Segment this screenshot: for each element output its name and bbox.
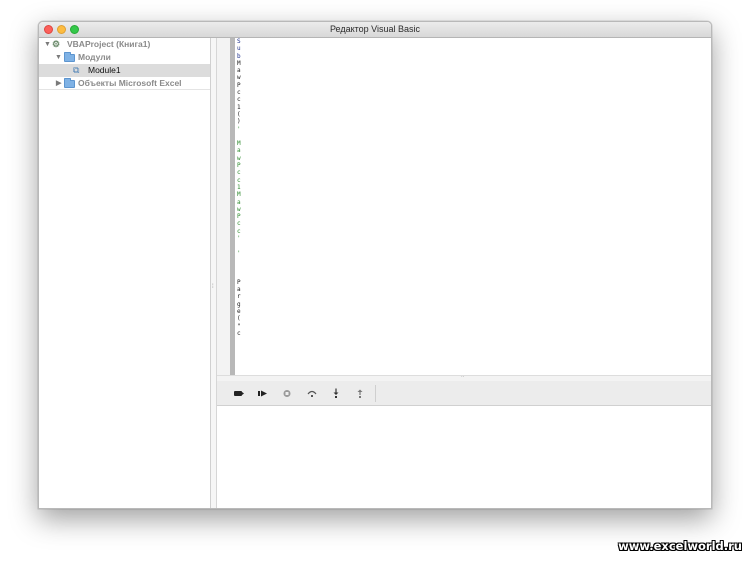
code-line[interactable]: 1: [237, 184, 245, 191]
code-line[interactable]: g: [237, 301, 245, 308]
code-line[interactable]: [237, 264, 245, 271]
code-line[interactable]: P: [237, 82, 245, 89]
tree-item-modules[interactable]: ▼ Модули: [39, 51, 210, 64]
code-line[interactable]: w: [237, 206, 245, 213]
record-icon[interactable]: [233, 388, 245, 399]
code-line[interactable]: w: [237, 155, 245, 162]
run-icon[interactable]: [257, 388, 269, 399]
tree-item-module1[interactable]: ⧉ Module1: [39, 64, 210, 77]
code-line[interactable]: [237, 272, 245, 279]
folder-icon: [64, 78, 75, 88]
tree-item-label: Module1: [88, 65, 121, 75]
project-icon: ⚙: [52, 39, 61, 49]
splitter-grip-icon[interactable]: ⁞: [212, 284, 214, 290]
code-line[interactable]: P: [237, 279, 245, 286]
step-into-icon[interactable]: [330, 388, 342, 399]
code-line[interactable]: P: [237, 162, 245, 169]
vba-editor-window: Редактор Visual Basic ▼ ⚙ VBAProject (Кн…: [38, 21, 712, 509]
code-window[interactable]: Su b Ma w Pc c 1() ' Ma w Pc c 1 Ma w Pc c ' ' Pa r g e(" c: [217, 38, 711, 375]
code-line[interactable]: c: [237, 220, 245, 227]
code-line[interactable]: [237, 257, 245, 264]
disclosure-expanded-icon[interactable]: ▼: [55, 51, 62, 64]
tree-item-vbaproject[interactable]: ▼ ⚙ VBAProject (Книга1): [39, 38, 210, 51]
code-line[interactable]: ': [237, 235, 245, 242]
code-line[interactable]: c: [237, 330, 245, 337]
code-line[interactable]: ): [237, 118, 245, 125]
breakpoint-bar[interactable]: [230, 38, 235, 375]
tree-item-label: VBAProject (Книга1): [67, 39, 151, 49]
code-line[interactable]: w: [237, 74, 245, 81]
code-line[interactable]: c: [237, 228, 245, 235]
code-line[interactable]: c: [237, 89, 245, 96]
tree-item-excel-objects[interactable]: ▶ Объекты Microsoft Excel: [39, 77, 210, 90]
code-line[interactable]: M: [237, 60, 245, 67]
disclosure-collapsed-icon[interactable]: ▶: [56, 77, 61, 90]
debug-toolbar: [217, 381, 711, 406]
window-title: Редактор Visual Basic: [329, 24, 421, 34]
splitter-grip-icon[interactable]: ∙∙: [461, 374, 464, 380]
tree-item-label: Объекты Microsoft Excel: [78, 78, 182, 88]
code-line[interactable]: a: [237, 286, 245, 293]
code-text[interactable]: Su b Ma w Pc c 1() ' Ma w Pc c 1 Ma w Pc c ' ' Pa r g e(" c: [237, 38, 245, 337]
code-line[interactable]: c: [237, 96, 245, 103]
code-line[interactable]: M: [237, 191, 245, 198]
code-line[interactable]: S: [237, 38, 245, 45]
code-line[interactable]: a: [237, 199, 245, 206]
code-line[interactable]: ': [237, 126, 245, 133]
code-line[interactable]: b: [237, 53, 245, 60]
code-line[interactable]: e: [237, 308, 245, 315]
code-line[interactable]: (: [237, 111, 245, 118]
step-out-icon[interactable]: [354, 388, 366, 399]
code-line[interactable]: 1: [237, 104, 245, 111]
title-bar: Редактор Visual Basic: [39, 22, 711, 38]
stop-icon[interactable]: [281, 388, 293, 399]
immediate-window[interactable]: [217, 406, 711, 508]
watermark-text: www.excelworld.ru: [618, 539, 742, 553]
step-over-icon[interactable]: [306, 388, 318, 399]
code-line[interactable]: [237, 133, 245, 140]
code-line[interactable]: c: [237, 169, 245, 176]
code-line[interactable]: a: [237, 67, 245, 74]
code-line[interactable]: M: [237, 140, 245, 147]
code-line[interactable]: [237, 242, 245, 249]
code-line[interactable]: a: [237, 147, 245, 154]
code-line[interactable]: ': [237, 250, 245, 257]
code-line[interactable]: r: [237, 293, 245, 300]
module-icon: ⧉: [73, 65, 80, 75]
project-explorer: ▼ ⚙ VBAProject (Книга1) ▼ Модули ⧉ Modul…: [39, 38, 211, 508]
code-line[interactable]: c: [237, 177, 245, 184]
code-line[interactable]: u: [237, 45, 245, 52]
disclosure-expanded-icon[interactable]: ▼: [44, 38, 51, 51]
folder-icon: [64, 52, 75, 62]
code-line[interactable]: (: [237, 315, 245, 322]
code-line[interactable]: P: [237, 213, 245, 220]
code-line[interactable]: ": [237, 323, 245, 330]
code-margin: [217, 38, 230, 375]
tree-item-label: Модули: [78, 52, 111, 62]
toolbar-divider: [375, 385, 376, 402]
